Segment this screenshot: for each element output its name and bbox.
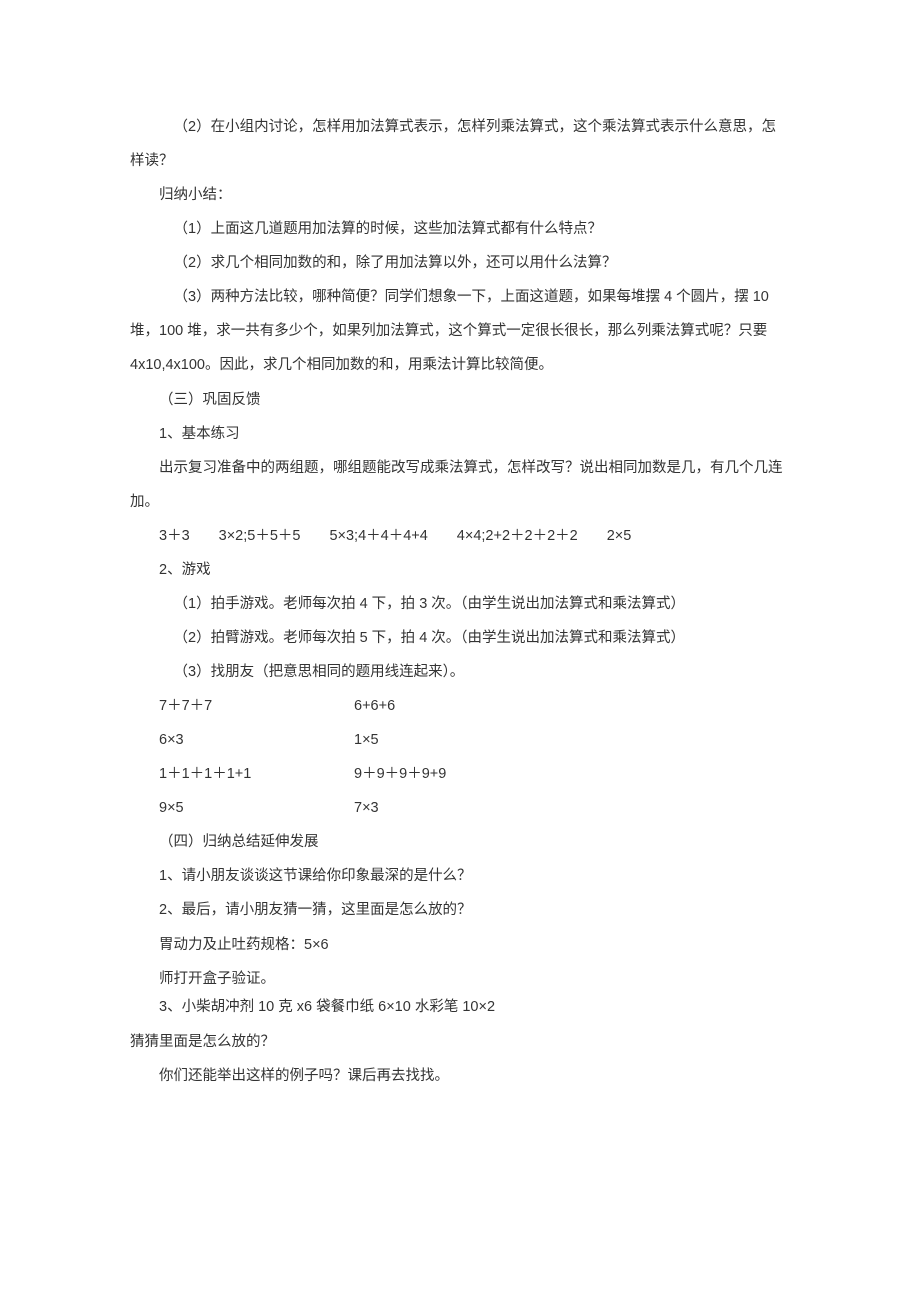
text: 师打开盒子验证。	[159, 971, 275, 987]
text: 猜猜里面是怎么放的？	[130, 1034, 275, 1050]
text: （四）归纳总结延伸发展	[159, 834, 319, 850]
list-item: （3）找朋友（把意思相同的题用线连起来）。	[130, 655, 790, 689]
text: （三）巩固反馈	[159, 392, 261, 408]
list-item: （2）拍臂游戏。老师每次拍 5 下，拍 4 次。（由学生说出加法算式和乘法算式）	[130, 621, 790, 655]
text: 归纳小结：	[159, 187, 232, 203]
match-row: 7＋7＋7 6+6+6	[130, 689, 790, 723]
text: 出示复习准备中的两组题，哪组题能改写成乘法算式，怎样改写？说出相同加数是几，有几…	[130, 460, 783, 510]
match-left: 9×5	[130, 791, 325, 825]
text: 1、基本练习	[159, 426, 240, 442]
text: 1、请小朋友谈谈这节课给你印象最深的是什么？	[159, 868, 472, 884]
text: （2）求几个相同加数的和，除了用加法算以外，还可以用什么法算？	[174, 255, 617, 271]
paragraph: （2）求几个相同加数的和，除了用加法算以外，还可以用什么法算？	[130, 246, 790, 280]
list-item: 3、小柴胡冲剂 10 克 x6 袋餐巾纸 6×10 水彩笔 10×2	[130, 996, 790, 1019]
text: 胃动力及止吐药规格：5×6	[159, 937, 329, 953]
text: 2、最后，请小朋友猜一猜，这里面是怎么放的？	[159, 902, 472, 918]
list-item: 1、基本练习	[130, 417, 790, 451]
text: 你们还能举出这样的例子吗？课后再去找找。	[159, 1068, 449, 1084]
paragraph: 胃动力及止吐药规格：5×6	[130, 928, 790, 962]
match-left: 7＋7＋7	[130, 689, 325, 723]
paragraph: （3）两种方法比较，哪种简便？同学们想象一下，上面这道题，如果每堆摆 4 个圆片…	[130, 280, 790, 382]
match-right: 7×3	[325, 791, 790, 825]
paragraph: （1）上面这几道题用加法算的时候，这些加法算式都有什么特点？	[130, 212, 790, 246]
list-item: （1）拍手游戏。老师每次拍 4 下，拍 3 次。（由学生说出加法算式和乘法算式）	[130, 587, 790, 621]
text: 3＋3 3×2;5＋5＋5 5×3;4＋4＋4+4 4×4;2+2＋2＋2＋2 …	[159, 528, 631, 544]
text: （2）在小组内讨论，怎样用加法算式表示，怎样列乘法算式，这个乘法算式表示什么意思…	[130, 119, 776, 169]
match-row: 9×5 7×3	[130, 791, 790, 825]
paragraph: 猜猜里面是怎么放的？	[130, 1025, 790, 1059]
paragraph: 出示复习准备中的两组题，哪组题能改写成乘法算式，怎样改写？说出相同加数是几，有几…	[130, 451, 790, 519]
text: 3、小柴胡冲剂 10 克 x6 袋餐巾纸 6×10 水彩笔 10×2	[159, 999, 495, 1015]
paragraph: 师打开盒子验证。	[130, 962, 790, 996]
text: （2）拍臂游戏。老师每次拍 5 下，拍 4 次。（由学生说出加法算式和乘法算式）	[174, 630, 686, 646]
match-right: 1×5	[325, 723, 790, 757]
text: （1）拍手游戏。老师每次拍 4 下，拍 3 次。（由学生说出加法算式和乘法算式）	[174, 596, 686, 612]
paragraph: 归纳小结：	[130, 178, 790, 212]
match-right: 6+6+6	[325, 689, 790, 723]
document-page: （2）在小组内讨论，怎样用加法算式表示，怎样列乘法算式，这个乘法算式表示什么意思…	[0, 0, 920, 1301]
match-left: 1＋1＋1＋1+1	[130, 757, 325, 791]
text: （1）上面这几道题用加法算的时候，这些加法算式都有什么特点？	[174, 221, 603, 237]
paragraph: 你们还能举出这样的例子吗？课后再去找找。	[130, 1059, 790, 1093]
paragraph: （2）在小组内讨论，怎样用加法算式表示，怎样列乘法算式，这个乘法算式表示什么意思…	[130, 110, 790, 178]
text: （3）两种方法比较，哪种简便？同学们想象一下，上面这道题，如果每堆摆 4 个圆片…	[130, 289, 769, 373]
list-item: 2、最后，请小朋友猜一猜，这里面是怎么放的？	[130, 893, 790, 927]
match-left: 6×3	[130, 723, 325, 757]
math-line: 3＋3 3×2;5＋5＋5 5×3;4＋4＋4+4 4×4;2+2＋2＋2＋2 …	[130, 519, 790, 553]
list-item: 1、请小朋友谈谈这节课给你印象最深的是什么？	[130, 859, 790, 893]
match-row: 1＋1＋1＋1+1 9＋9＋9＋9+9	[130, 757, 790, 791]
section-heading: （三）巩固反馈	[130, 383, 790, 417]
section-heading: （四）归纳总结延伸发展	[130, 825, 790, 859]
match-row: 6×3 1×5	[130, 723, 790, 757]
text: 2、游戏	[159, 562, 211, 578]
text: （3）找朋友（把意思相同的题用线连起来）。	[174, 664, 465, 680]
list-item: 2、游戏	[130, 553, 790, 587]
match-right: 9＋9＋9＋9+9	[325, 757, 790, 791]
